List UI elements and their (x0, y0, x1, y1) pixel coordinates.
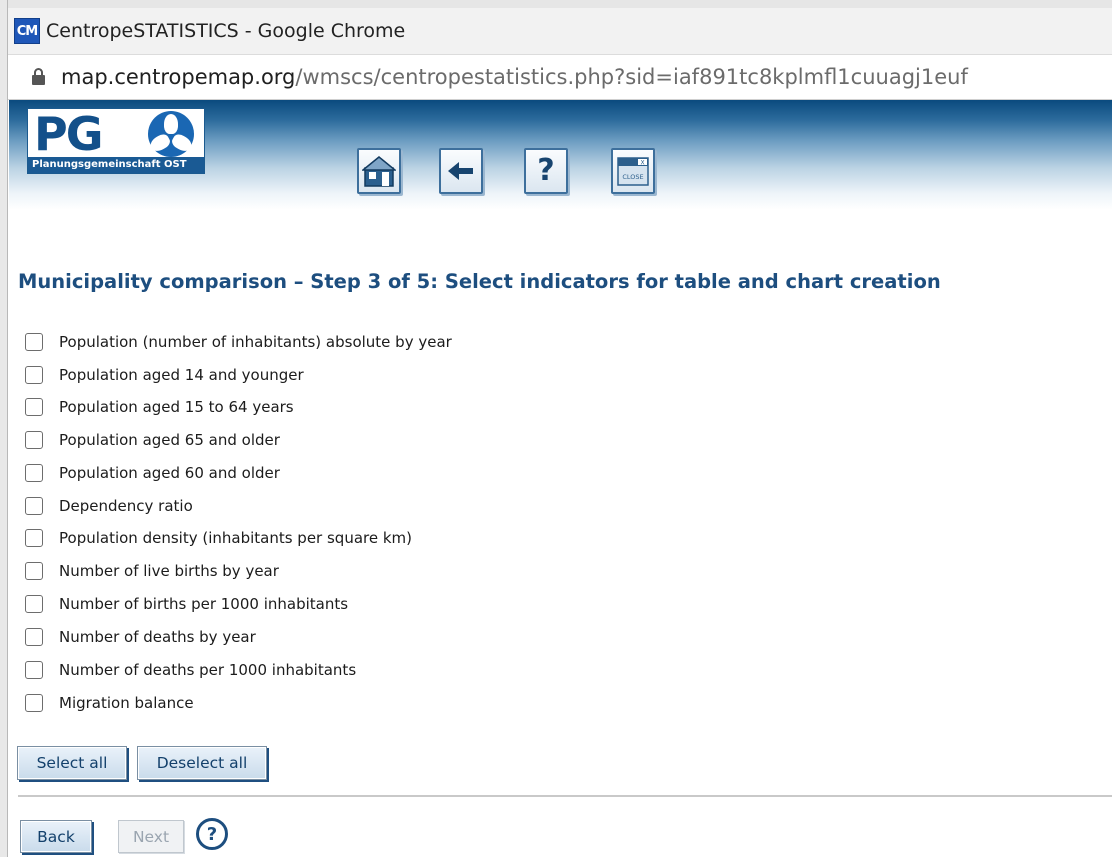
window-top-edge (0, 0, 1112, 8)
indicator-row[interactable]: Number of live births by year (25, 559, 279, 583)
indicator-label: Dependency ratio (59, 497, 193, 515)
address-bar[interactable]: map.centropemap.org/wmscs/centropestatis… (8, 54, 1112, 100)
next-button[interactable]: Next (118, 820, 184, 853)
title-bar: CM CentropeSTATISTICS - Google Chrome (8, 8, 1112, 54)
close-window-icon: X CLOSE (617, 157, 649, 186)
home-button[interactable] (357, 148, 401, 194)
logo-letters: PG (34, 107, 103, 161)
indicator-label: Population aged 60 and older (59, 464, 280, 482)
indicator-row[interactable]: Migration balance (25, 691, 194, 715)
indicator-label: Population aged 65 and older (59, 431, 280, 449)
home-icon (362, 156, 396, 187)
indicator-label: Population aged 14 and younger (59, 366, 304, 384)
indicator-checkbox[interactable] (25, 661, 43, 679)
deselect-all-button[interactable]: Deselect all (137, 746, 267, 780)
window-left-edge (0, 0, 8, 857)
indicator-checkbox[interactable] (25, 366, 43, 384)
indicator-checkbox[interactable] (25, 431, 43, 449)
help-toolbar-button[interactable]: ? (524, 148, 568, 194)
select-all-button[interactable]: Select all (17, 746, 127, 780)
indicator-label: Migration balance (59, 694, 194, 712)
window-title: CentropeSTATISTICS - Google Chrome (46, 20, 406, 42)
help-circle-icon[interactable]: ? (196, 818, 228, 850)
indicator-checkbox[interactable] (25, 595, 43, 613)
close-window-button[interactable]: X CLOSE (611, 148, 655, 194)
browser-window: CM CentropeSTATISTICS - Google Chrome ma… (0, 0, 1112, 857)
indicator-row[interactable]: Dependency ratio (25, 494, 193, 518)
page-title: Municipality comparison – Step 3 of 5: S… (18, 270, 941, 293)
indicator-checkbox[interactable] (25, 333, 43, 351)
back-button[interactable]: Back (20, 820, 92, 853)
indicator-label: Number of live births by year (59, 562, 279, 580)
indicator-row[interactable]: Number of deaths by year (25, 625, 256, 649)
main-content: Municipality comparison – Step 3 of 5: S… (18, 270, 1098, 712)
indicator-label: Population (number of inhabitants) absol… (59, 333, 452, 351)
indicator-checkbox[interactable] (25, 529, 43, 547)
pg-ost-logo[interactable]: PG Planungsgemeinschaft OST (27, 108, 205, 174)
lock-icon[interactable] (32, 68, 45, 86)
indicator-row[interactable]: Population aged 15 to 64 years (25, 395, 294, 419)
indicator-label: Number of deaths per 1000 inhabitants (59, 661, 357, 679)
indicator-checkbox[interactable] (25, 398, 43, 416)
url-host: map.centropemap.org (61, 65, 296, 89)
question-icon: ? (537, 153, 555, 188)
indicator-row[interactable]: Population density (inhabitants per squa… (25, 526, 412, 550)
indicator-checkbox[interactable] (25, 628, 43, 646)
indicator-checkbox[interactable] (25, 562, 43, 580)
back-arrow-button[interactable] (439, 148, 483, 194)
indicator-checkbox[interactable] (25, 497, 43, 515)
indicator-row[interactable]: Population aged 14 and younger (25, 363, 304, 387)
logo-caption: Planungsgemeinschaft OST (28, 157, 204, 173)
indicator-label: Number of births per 1000 inhabitants (59, 595, 349, 613)
centrope-favicon-icon: CM (14, 18, 40, 44)
indicator-row[interactable]: Population aged 65 and older (25, 428, 280, 452)
indicator-label: Number of deaths by year (59, 628, 256, 646)
close-tag-x: X (640, 159, 644, 166)
close-tag-label: CLOSE (622, 173, 643, 181)
indicator-label: Population density (inhabitants per squa… (59, 529, 413, 547)
url-path: /wmscs/centropestatistics.php?sid=iaf891… (295, 65, 968, 89)
indicator-label: Population aged 15 to 64 years (59, 398, 294, 416)
indicator-checkbox[interactable] (25, 694, 43, 712)
indicator-row[interactable]: Number of deaths per 1000 inhabitants (25, 658, 356, 682)
logo-emblem-icon (147, 111, 195, 157)
indicator-row[interactable]: Number of births per 1000 inhabitants (25, 592, 348, 616)
indicator-checkbox[interactable] (25, 464, 43, 482)
indicator-row[interactable]: Population (number of inhabitants) absol… (25, 330, 452, 354)
indicator-row[interactable]: Population aged 60 and older (25, 461, 280, 485)
arrow-left-icon (448, 162, 473, 180)
section-divider (18, 795, 1112, 797)
url-text[interactable]: map.centropemap.org/wmscs/centropestatis… (61, 65, 968, 89)
header-banner: PG Planungsgemeinschaft OST ? X CLOSE (9, 100, 1112, 210)
